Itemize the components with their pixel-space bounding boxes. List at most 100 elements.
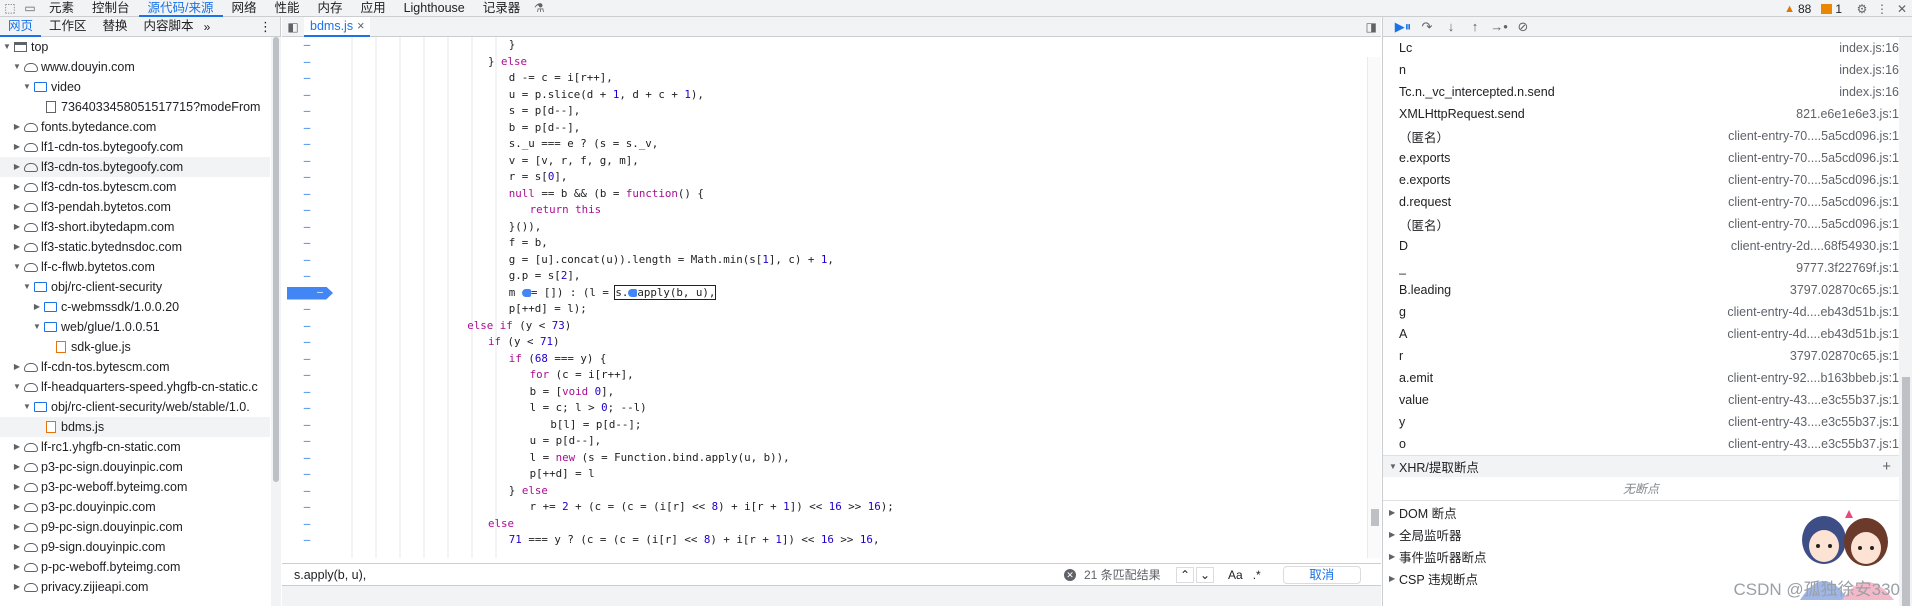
toggle-navigator-icon[interactable]: ◧ (282, 20, 304, 34)
tree-item[interactable]: ▶ lf-rc1.yhgfb-cn-static.com (0, 437, 270, 457)
gutter-line[interactable]: – (282, 103, 332, 120)
tree-item[interactable]: ▶ lf3-short.ibytedapm.com (0, 217, 270, 237)
debugger-scrollbar[interactable] (1899, 37, 1912, 606)
call-frame[interactable]: （匿名） client-entry-70....5a5cd096.js:1 (1383, 213, 1899, 235)
call-frame[interactable]: a.emit client-entry-92....b163bbeb.js:1 (1383, 367, 1899, 389)
regex-button[interactable]: .* (1253, 568, 1261, 582)
gutter-line[interactable]: – (282, 384, 332, 401)
chevron-right-icon[interactable]: ▶ (12, 157, 22, 177)
gutter-line[interactable]: – (282, 367, 332, 384)
gutter-line[interactable]: – (282, 400, 332, 417)
step-into-icon[interactable]: ↓ (1439, 19, 1463, 34)
code-line[interactable]: if (y < 71) (332, 334, 1367, 351)
code-line[interactable]: null == b && (b = function() { (332, 186, 1367, 203)
frame-location[interactable]: 9777.3f22769f.js:1 (1639, 261, 1899, 275)
gutter-line[interactable]: – (282, 285, 333, 302)
tab-memory[interactable]: 内存 (309, 0, 352, 17)
code-line[interactable]: } else (332, 483, 1367, 500)
clear-search-icon[interactable]: ✕ (1064, 568, 1076, 581)
tree-item[interactable]: ▶ lf3-static.bytednsdoc.com (0, 237, 270, 257)
navigator-scrollbar[interactable] (271, 37, 281, 606)
tree-item[interactable]: ▶ p9-pc-sign.douyinpic.com (0, 517, 270, 537)
breakpoint-marker[interactable]: – (287, 286, 333, 300)
call-frame[interactable]: B.leading 3797.02870c65.js:1 (1383, 279, 1899, 301)
gutter-line[interactable]: – (282, 433, 332, 450)
code-line[interactable]: return this (332, 202, 1367, 219)
chevron-right-icon[interactable]: ▶ (12, 437, 22, 457)
code-line[interactable]: } else (332, 54, 1367, 71)
kebab-menu-icon[interactable]: ⋮ (1872, 0, 1892, 17)
tree-item[interactable]: ▶ fonts.bytedance.com (0, 117, 270, 137)
tab-application[interactable]: 应用 (352, 0, 395, 17)
gutter-line[interactable]: – (282, 186, 332, 203)
tree-item[interactable]: ▼ top (0, 37, 270, 57)
call-frame[interactable]: r 3797.02870c65.js:1 (1383, 345, 1899, 367)
gutter-line[interactable]: – (282, 450, 332, 467)
tree-item[interactable]: ▶ p3-pc.douyinpic.com (0, 497, 270, 517)
gutter-line[interactable]: – (282, 466, 332, 483)
gear-icon[interactable]: ⚙ (1852, 0, 1872, 17)
chevron-right-icon[interactable]: ▶ (12, 177, 22, 197)
frame-location[interactable]: client-entry-70....5a5cd096.js:1 (1639, 217, 1899, 231)
code-line[interactable]: l = c; l > 0; --l) (332, 400, 1367, 417)
call-frame[interactable]: Dclient-entry-2d....68f54930.js:1 (1383, 235, 1899, 257)
code-line[interactable]: f = b, (332, 235, 1367, 252)
gutter-line[interactable]: – (282, 235, 332, 252)
chevron-down-icon[interactable]: ▼ (12, 57, 22, 77)
chevron-right-icon[interactable]: ▶ (32, 297, 42, 317)
device-toggle-icon[interactable]: ▭ (20, 0, 40, 17)
frame-location[interactable]: client-entry-2d....68f54930.js:1 (1639, 239, 1899, 253)
chevron-right-icon[interactable]: ▶ (12, 357, 22, 377)
code-line[interactable]: if (68 === y) { (332, 351, 1367, 368)
more-tabs-icon[interactable]: » (204, 20, 211, 34)
tree-item[interactable]: ▶ lf3-pendah.bytetos.com (0, 197, 270, 217)
frame-location[interactable]: 3797.02870c65.js:1 (1639, 349, 1899, 363)
gutter-line[interactable]: – (282, 252, 332, 269)
tab-network[interactable]: 网络 (223, 0, 266, 17)
gutter-line[interactable]: – (282, 351, 332, 368)
scroll-thumb[interactable] (273, 37, 279, 482)
tree-item[interactable]: ▼ www.douyin.com (0, 57, 270, 77)
code-line[interactable]: d -= c = i[r++], (332, 70, 1367, 87)
chevron-right-icon[interactable]: ▶ (12, 237, 22, 257)
chevron-down-icon[interactable]: ▼ (2, 37, 12, 57)
code-line[interactable]: p[++d] = l (332, 466, 1367, 483)
gutter-line[interactable]: – (282, 499, 332, 516)
chevron-right-icon[interactable]: ▶ (12, 557, 22, 577)
section-xhr[interactable]: ▼ XHR/提取断点 + (1383, 455, 1899, 477)
gutter-line[interactable]: – (282, 169, 332, 186)
code-line[interactable]: }()), (332, 219, 1367, 236)
editor-scroll-thumb[interactable] (1371, 509, 1379, 526)
gutter-line[interactable]: – (282, 516, 332, 533)
call-frame[interactable]: （匿名） client-entry-70....5a5cd096.js:1 (1383, 125, 1899, 147)
call-frame[interactable]: y client-entry-43....e3c55b37.js:1 (1383, 411, 1899, 433)
tab-sources[interactable]: 源代码/来源 (138, 0, 223, 17)
tree-item[interactable]: ▼ lf-c-flwb.bytetos.com (0, 257, 270, 277)
tab-overrides[interactable]: 替换 (95, 17, 136, 37)
search-input[interactable]: s.apply(b, u), (294, 568, 1064, 582)
code-line[interactable]: 71 === y ? (c = (c = (i[r] << 8) + i[r +… (332, 532, 1367, 549)
chevron-right-icon[interactable]: ▶ (12, 137, 22, 157)
tree-item[interactable]: ▼ video (0, 77, 270, 97)
next-match-button[interactable]: ⌄ (1196, 566, 1214, 583)
tree-item[interactable]: sdk-glue.js (0, 337, 270, 357)
code-line[interactable]: u = p[d--], (332, 433, 1367, 450)
line-gutter[interactable]: – – – – – – – – – – – – – – – – – – – – – – – – – – – – – – – (282, 37, 333, 558)
tree-item[interactable]: ▼ lf-headquarters-speed.yhgfb-cn-static.c (0, 377, 270, 397)
editor-scrollbar[interactable] (1367, 57, 1381, 558)
call-frame[interactable]: _ 9777.3f22769f.js:1 (1383, 257, 1899, 279)
tab-recorder[interactable]: 记录器 (474, 0, 530, 17)
frame-location[interactable]: client-entry-70....5a5cd096.js:1 (1639, 195, 1899, 209)
step-icon[interactable]: →• (1487, 19, 1511, 34)
tab-elements[interactable]: 元素 (40, 0, 83, 17)
frame-location[interactable]: client-entry-70....5a5cd096.js:1 (1639, 173, 1899, 187)
chevron-right-icon[interactable]: ▶ (12, 477, 22, 497)
gutter-line[interactable]: – (282, 54, 332, 71)
tree-item[interactable]: ▶ lf3-cdn-tos.bytegoofy.com (0, 157, 270, 177)
add-breakpoint-icon[interactable]: + (1882, 458, 1891, 475)
tab-page[interactable]: 网页 (0, 17, 42, 37)
tree-item[interactable]: ▶ p3-pc-weboff.byteimg.com (0, 477, 270, 497)
step-over-icon[interactable]: ↷ (1415, 19, 1439, 35)
chevron-right-icon[interactable]: ▶ (12, 517, 22, 537)
gutter-line[interactable]: – (282, 153, 332, 170)
